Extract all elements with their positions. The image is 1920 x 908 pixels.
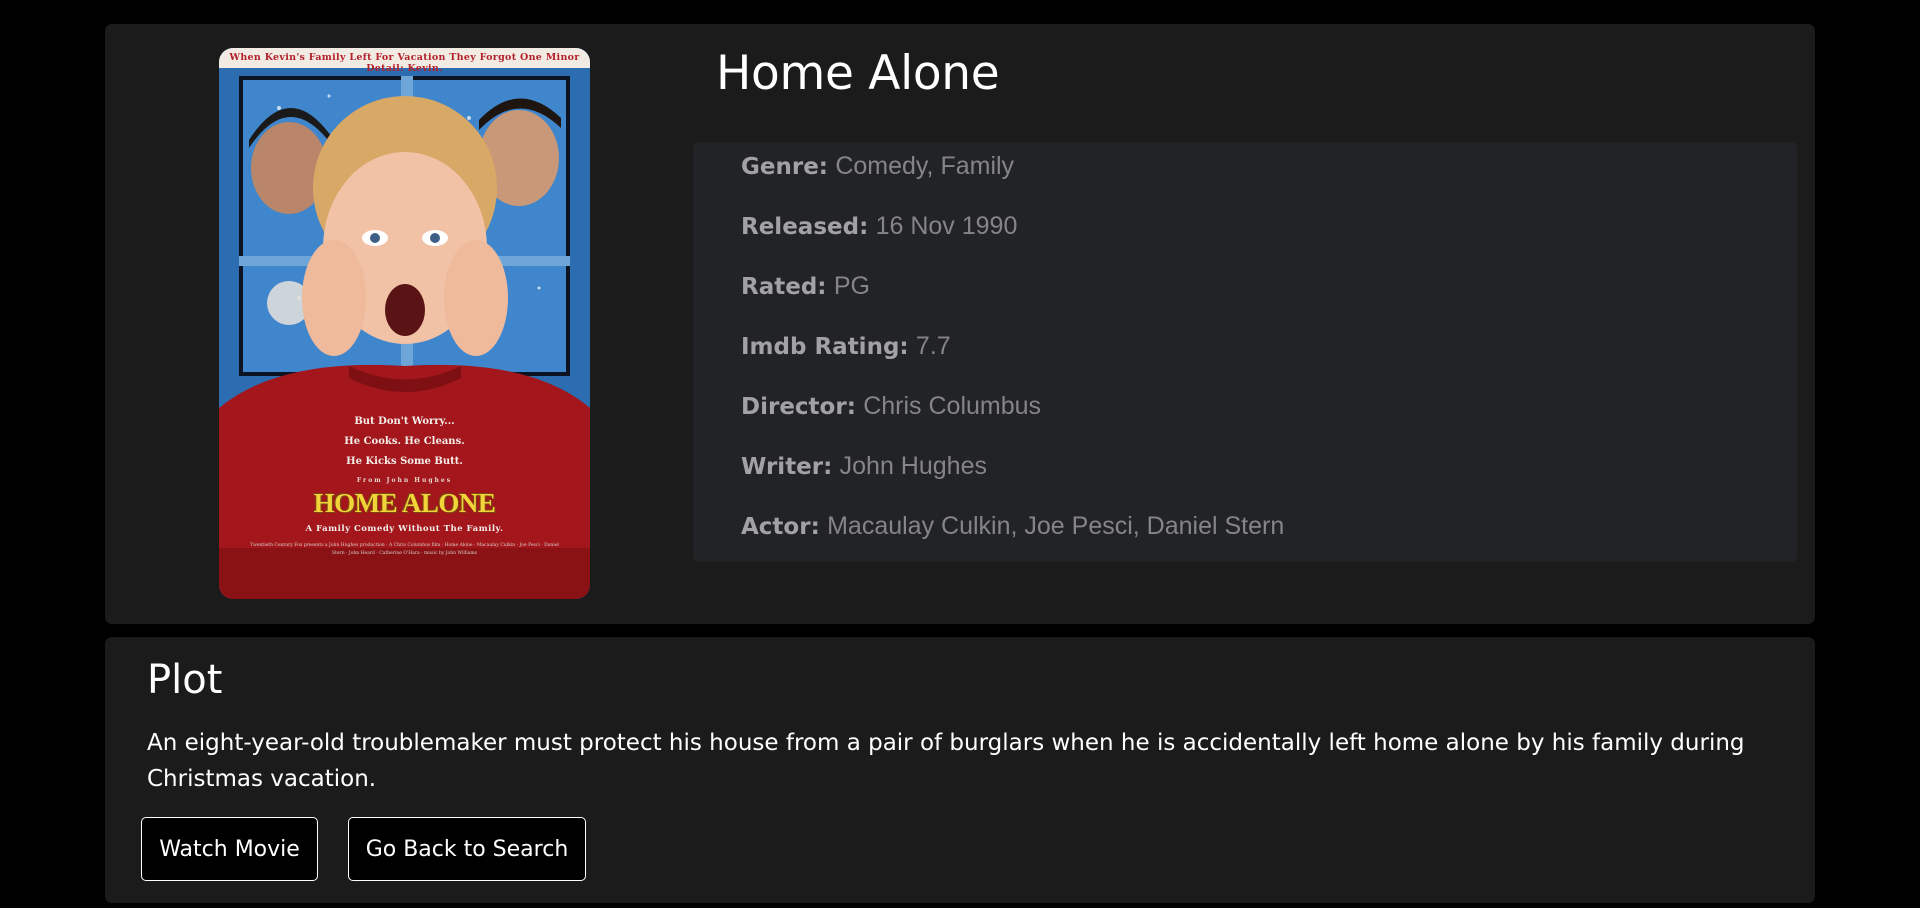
detail-director: Director: Chris Columbus — [741, 392, 1041, 421]
detail-director-key: Director: — [741, 394, 856, 420]
detail-imdb-rating: Imdb Rating: 7.7 — [741, 332, 951, 361]
poster-from-text: From John Hughes — [356, 477, 453, 484]
poster-subtitle: A Family Comedy Without The Family. — [305, 524, 504, 534]
poster-logo: HOME ALONE — [313, 488, 496, 518]
detail-rated: Rated: PG — [741, 272, 870, 301]
detail-actor: Actor: Macaulay Culkin, Joe Pesci, Danie… — [741, 512, 1284, 541]
poster-worry-text: But Don't Worry... He Cooks. He Cleans. … — [344, 416, 465, 467]
detail-genre-value: Comedy, Family — [835, 152, 1015, 180]
detail-actor-value: Macaulay Culkin, Joe Pesci, Daniel Stern — [827, 512, 1285, 540]
detail-released: Released: 16 Nov 1990 — [741, 212, 1017, 241]
detail-director-value: Chris Columbus — [863, 392, 1042, 420]
plot-text: An eight-year-old troublemaker must prot… — [147, 730, 1745, 792]
plot-heading: Plot — [147, 657, 223, 703]
movie-poster: When Kevin's Family Left For Vacation Th… — [219, 48, 590, 599]
detail-writer-value: John Hughes — [839, 452, 987, 480]
detail-genre: Genre: Comedy, Family — [741, 152, 1014, 181]
watch-movie-button[interactable]: Watch Movie — [141, 817, 318, 881]
detail-rated-value: PG — [833, 272, 870, 300]
plot-card: Plot An eight-year-old troublemaker must… — [105, 637, 1815, 903]
detail-writer: Writer: John Hughes — [741, 452, 987, 481]
movie-title: Home Alone — [716, 46, 1000, 101]
poster-credits: Twentieth Century Fox presents a John Hu… — [250, 543, 559, 556]
movie-card: When Kevin's Family Left For Vacation Th… — [105, 24, 1815, 624]
detail-imdb-rating-value: 7.7 — [915, 332, 951, 360]
detail-released-value: 16 Nov 1990 — [875, 212, 1018, 240]
poster-tagline: When Kevin's Family Left For Vacation Th… — [229, 52, 580, 74]
detail-actor-key: Actor: — [741, 514, 820, 540]
detail-imdb-rating-key: Imdb Rating: — [741, 334, 909, 360]
detail-genre-key: Genre: — [741, 154, 828, 180]
detail-released-key: Released: — [741, 214, 869, 240]
detail-rated-key: Rated: — [741, 274, 827, 300]
back-to-search-button[interactable]: Go Back to Search — [348, 817, 586, 881]
movie-details-panel: Genre: Comedy, Family Released: 16 Nov 1… — [693, 142, 1797, 562]
detail-writer-key: Writer: — [741, 454, 833, 480]
